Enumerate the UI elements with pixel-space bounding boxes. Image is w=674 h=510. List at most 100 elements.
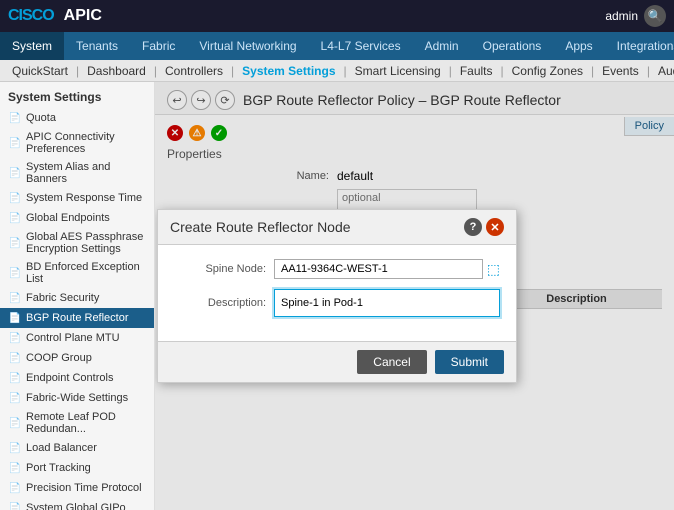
sidebar-item-label: COOP Group <box>26 352 92 364</box>
sidebar-item-apic-connectivity[interactable]: 📄 APIC Connectivity Preferences <box>0 128 154 158</box>
response-time-icon: 📄 <box>8 191 22 205</box>
endpoint-controls-icon: 📄 <box>8 371 22 385</box>
system-gipo-icon: 📄 <box>8 501 22 510</box>
nav-system[interactable]: System <box>0 32 64 60</box>
top-bar-right: admin 🔍 <box>605 5 666 27</box>
admin-label: admin <box>605 9 638 23</box>
modal-footer: Cancel Submit <box>158 341 516 382</box>
subnav-config-zones[interactable]: Config Zones <box>504 64 591 78</box>
sidebar-item-label: Precision Time Protocol <box>26 482 142 494</box>
bd-enforced-icon: 📄 <box>8 266 22 280</box>
bgp-icon: 📄 <box>8 311 22 325</box>
nav-virtual-networking[interactable]: Virtual Networking <box>187 32 308 60</box>
cisco-logo: CISCO <box>8 7 54 25</box>
sub-nav: QuickStart | Dashboard | Controllers | S… <box>0 60 674 82</box>
close-icon[interactable]: ✕ <box>486 218 504 236</box>
modal-description-input[interactable] <box>274 289 500 317</box>
subnav-smart-licensing[interactable]: Smart Licensing <box>347 64 449 78</box>
nav-integrations[interactable]: Integrations <box>605 32 674 60</box>
sidebar-item-label: System Alias and Banners <box>26 161 146 185</box>
spine-node-select[interactable]: AA11-9364C-WEST-1 <box>274 259 483 279</box>
sidebar-item-label: Global AES Passphrase Encryption Setting… <box>26 231 146 255</box>
nav-apps[interactable]: Apps <box>553 32 604 60</box>
sidebar-item-system-gipo[interactable]: 📄 System Global GIPo <box>0 498 154 510</box>
spine-node-label: Spine Node: <box>174 263 274 275</box>
sidebar-item-label: Quota <box>26 112 56 124</box>
sidebar-item-label: Fabric Security <box>26 292 99 304</box>
sidebar-item-fabric-security[interactable]: 📄 Fabric Security <box>0 288 154 308</box>
sidebar-item-label: Fabric-Wide Settings <box>26 392 128 404</box>
aes-icon: 📄 <box>8 236 22 250</box>
precision-time-icon: 📄 <box>8 481 22 495</box>
sidebar-item-label: BD Enforced Exception List <box>26 261 146 285</box>
subnav-quickstart[interactable]: QuickStart <box>4 64 76 78</box>
main-content: ↩ ↪ ⟳ BGP Route Reflector Policy – BGP R… <box>155 82 674 510</box>
sidebar-item-remote-leaf[interactable]: 📄 Remote Leaf POD Redundan... <box>0 408 154 438</box>
coop-group-icon: 📄 <box>8 351 22 365</box>
sidebar-item-label: BGP Route Reflector <box>26 312 129 324</box>
modal-header: Create Route Reflector Node ? ✕ <box>158 210 516 245</box>
submit-button[interactable]: Submit <box>435 350 504 374</box>
sidebar-item-aes[interactable]: 📄 Global AES Passphrase Encryption Setti… <box>0 228 154 258</box>
sidebar-item-global-endpoints[interactable]: 📄 Global Endpoints <box>0 208 154 228</box>
quota-icon: 📄 <box>8 111 22 125</box>
modal-title: Create Route Reflector Node <box>170 219 351 235</box>
nav-tenants[interactable]: Tenants <box>64 32 130 60</box>
sidebar-item-bgp[interactable]: 📄 BGP Route Reflector <box>0 308 154 328</box>
apic-connectivity-icon: 📄 <box>8 136 22 150</box>
sidebar-item-coop-group[interactable]: 📄 COOP Group <box>0 348 154 368</box>
sidebar-item-label: Global Endpoints <box>26 212 110 224</box>
sidebar-item-label: Endpoint Controls <box>26 372 113 384</box>
spine-node-row: Spine Node: AA11-9364C-WEST-1 ⬚ <box>174 259 500 279</box>
nav-fabric[interactable]: Fabric <box>130 32 187 60</box>
fabric-security-icon: 📄 <box>8 291 22 305</box>
global-endpoints-icon: 📄 <box>8 211 22 225</box>
fabric-wide-icon: 📄 <box>8 391 22 405</box>
search-icon[interactable]: 🔍 <box>644 5 666 27</box>
cancel-button[interactable]: Cancel <box>357 350 426 374</box>
sidebar-item-label: Port Tracking <box>26 462 91 474</box>
sidebar-item-load-balancer[interactable]: 📄 Load Balancer <box>0 438 154 458</box>
help-icon[interactable]: ? <box>464 218 482 236</box>
sidebar-item-label: System Global GIPo <box>26 502 126 510</box>
subnav-dashboard[interactable]: Dashboard <box>79 64 154 78</box>
sidebar-item-label: Remote Leaf POD Redundan... <box>26 411 146 435</box>
sidebar-item-label: Control Plane MTU <box>26 332 120 344</box>
sidebar-title: System Settings <box>0 82 154 108</box>
sidebar-item-precision-time[interactable]: 📄 Precision Time Protocol <box>0 478 154 498</box>
nav-l4l7[interactable]: L4-L7 Services <box>309 32 413 60</box>
sidebar-item-label: APIC Connectivity Preferences <box>26 131 146 155</box>
nav-admin[interactable]: Admin <box>413 32 471 60</box>
control-plane-mtu-icon: 📄 <box>8 331 22 345</box>
remote-leaf-icon: 📄 <box>8 416 22 430</box>
top-bar: CISCO APIC admin 🔍 <box>0 0 674 32</box>
modal-body: Spine Node: AA11-9364C-WEST-1 ⬚ Descript… <box>158 245 516 341</box>
spine-node-select-wrap: AA11-9364C-WEST-1 ⬚ <box>274 259 500 279</box>
port-tracking-icon: 📄 <box>8 461 22 475</box>
sidebar-item-fabric-wide[interactable]: 📄 Fabric-Wide Settings <box>0 388 154 408</box>
sidebar-item-alias[interactable]: 📄 System Alias and Banners <box>0 158 154 188</box>
apic-title: APIC <box>64 7 102 25</box>
modal-header-icons: ? ✕ <box>464 218 504 236</box>
subnav-controllers[interactable]: Controllers <box>157 64 231 78</box>
copy-icon[interactable]: ⬚ <box>487 261 500 278</box>
sidebar-item-quota[interactable]: 📄 Quota <box>0 108 154 128</box>
nav-operations[interactable]: Operations <box>471 32 554 60</box>
sidebar-item-label: System Response Time <box>26 192 142 204</box>
sidebar-item-endpoint-controls[interactable]: 📄 Endpoint Controls <box>0 368 154 388</box>
sidebar-item-bd-enforced[interactable]: 📄 BD Enforced Exception List <box>0 258 154 288</box>
subnav-faults[interactable]: Faults <box>452 64 501 78</box>
modal-description-row: Description: <box>174 289 500 317</box>
sidebar-item-label: Load Balancer <box>26 442 97 454</box>
create-modal: Create Route Reflector Node ? ✕ Spine No… <box>157 209 517 383</box>
alias-icon: 📄 <box>8 166 22 180</box>
sidebar: System Settings 📄 Quota 📄 APIC Connectiv… <box>0 82 155 510</box>
subnav-audit-log[interactable]: Audit Log <box>650 64 674 78</box>
subnav-system-settings[interactable]: System Settings <box>234 64 343 78</box>
sidebar-item-port-tracking[interactable]: 📄 Port Tracking <box>0 458 154 478</box>
layout: System Settings 📄 Quota 📄 APIC Connectiv… <box>0 82 674 510</box>
sidebar-item-response-time[interactable]: 📄 System Response Time <box>0 188 154 208</box>
subnav-events[interactable]: Events <box>594 64 647 78</box>
load-balancer-icon: 📄 <box>8 441 22 455</box>
sidebar-item-control-plane-mtu[interactable]: 📄 Control Plane MTU <box>0 328 154 348</box>
